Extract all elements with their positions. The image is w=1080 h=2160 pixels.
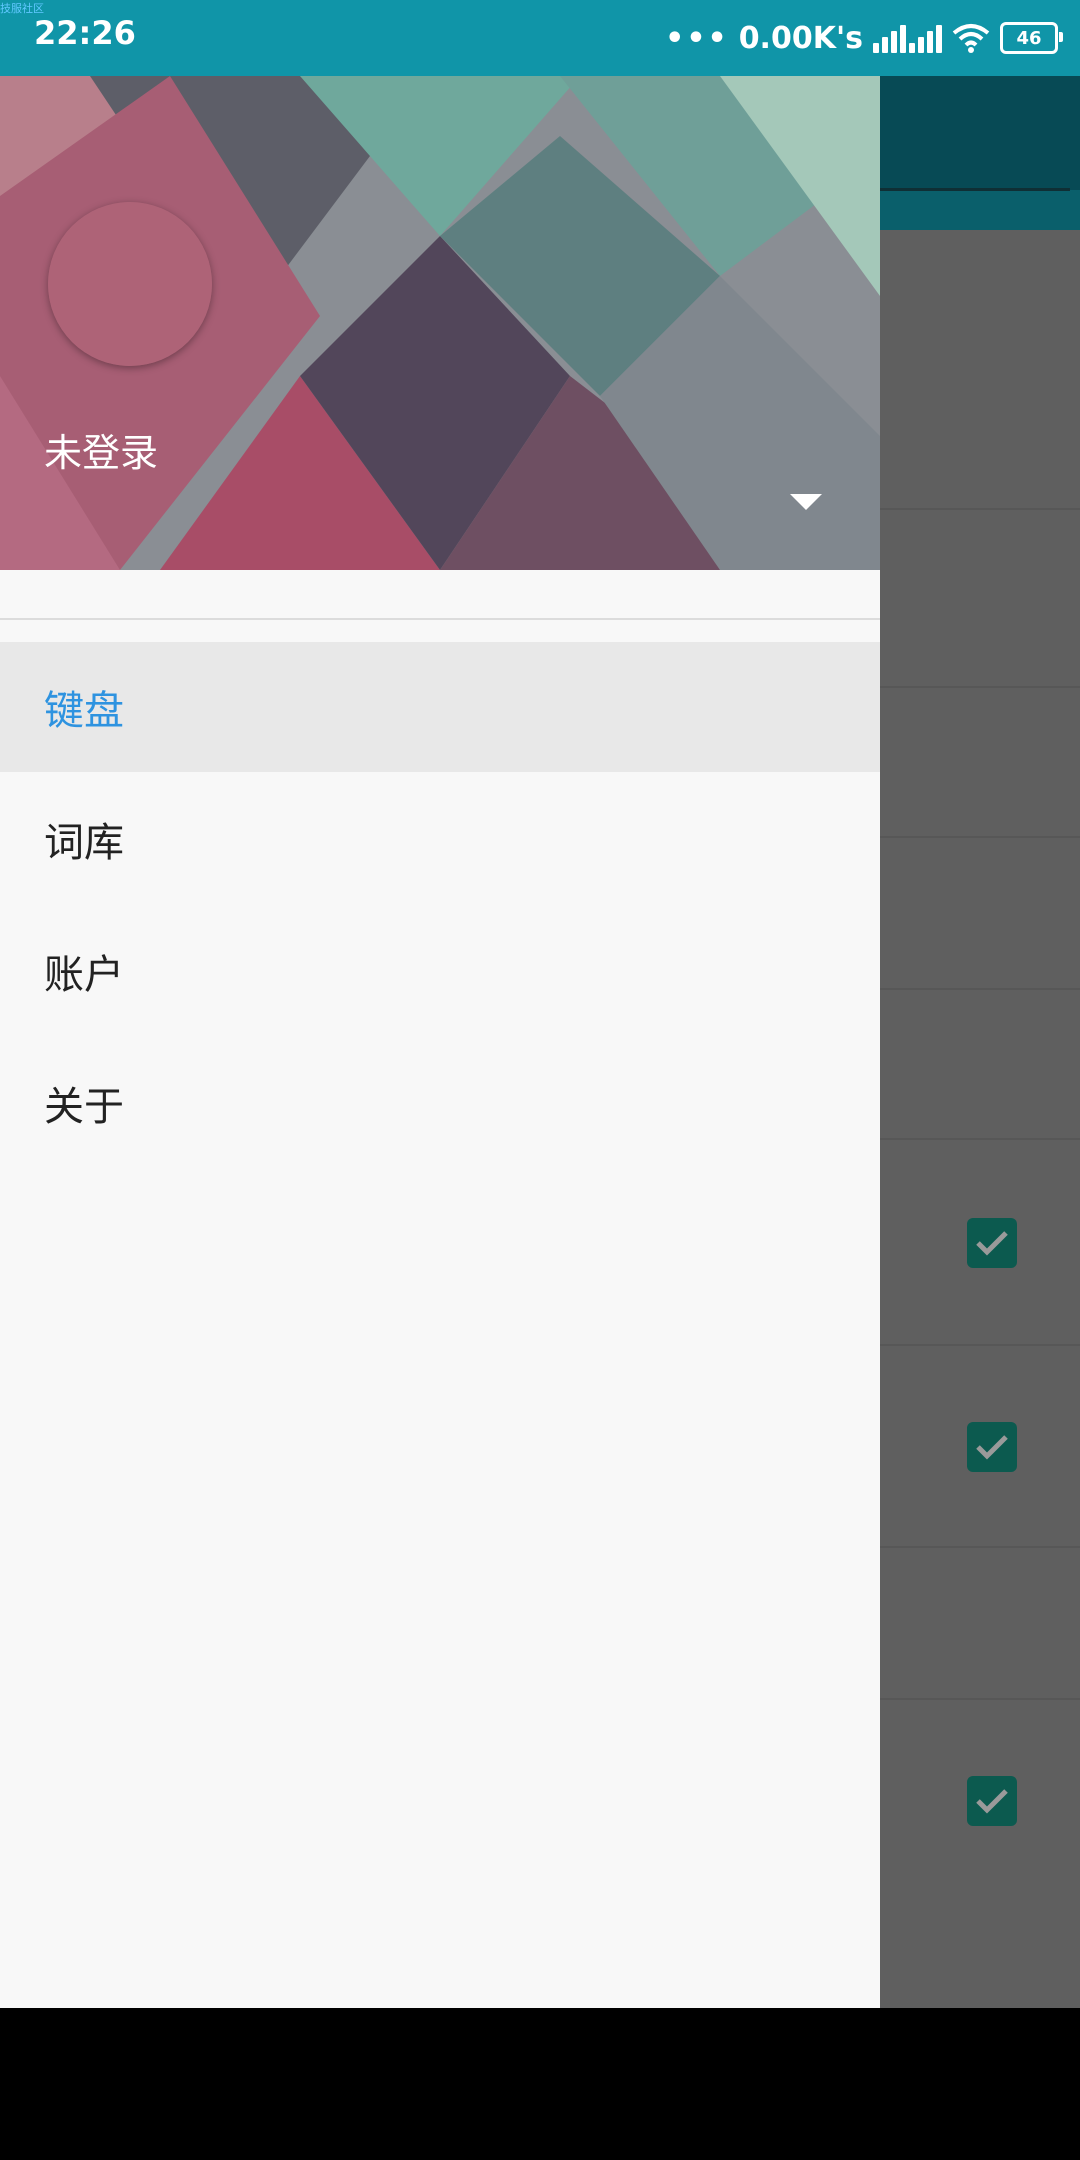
status-time: 22:26 (34, 14, 136, 52)
menu-item-dictionary[interactable]: 词库 (0, 774, 880, 904)
menu-item-label: 关于 (44, 1084, 124, 1130)
background-tab-indicator (880, 188, 1070, 191)
account-dropdown-button[interactable] (786, 488, 826, 516)
user-name[interactable]: 未登录 (44, 422, 158, 477)
signal-icon (873, 23, 942, 53)
background-divider (880, 1138, 1080, 1140)
more-dots-icon: ••• (665, 20, 729, 56)
check-icon (976, 1789, 1008, 1814)
menu-item-label: 账户 (44, 952, 124, 998)
check-icon (976, 1231, 1008, 1256)
drawer-divider (0, 618, 880, 620)
battery-icon: 46 (1000, 22, 1063, 54)
checkbox-checked[interactable] (967, 1422, 1017, 1472)
check-icon (976, 1435, 1008, 1460)
navigation-drawer: 未登录 键盘 词库 账户 关于 (0, 76, 880, 2008)
status-icons: ••• 0.00K's 46 (665, 14, 1063, 62)
menu-item-account[interactable]: 账户 (0, 906, 880, 1036)
menu-item-label: 键盘 (44, 688, 124, 734)
background-divider (880, 508, 1080, 510)
menu-item-about[interactable]: 关于 (0, 1038, 880, 1168)
background-divider (880, 988, 1080, 990)
background-divider (880, 1546, 1080, 1548)
drawer-header: 未登录 (0, 76, 880, 570)
battery-level: 46 (1016, 27, 1042, 49)
background-divider (880, 686, 1080, 688)
checkbox-checked[interactable] (967, 1776, 1017, 1826)
avatar[interactable] (48, 202, 212, 366)
system-navigation-bar (0, 2008, 1080, 2160)
network-speed: 0.00K's (738, 20, 863, 56)
status-bar: 技服社区 22:26 ••• 0.00K's 46 (0, 0, 1080, 76)
background-divider (880, 1344, 1080, 1346)
caret-down-icon (790, 494, 822, 510)
background-divider (880, 836, 1080, 838)
checkbox-checked[interactable] (967, 1218, 1017, 1268)
menu-item-keyboard[interactable]: 键盘 (0, 642, 880, 772)
menu-item-label: 词库 (44, 820, 124, 866)
background-divider (880, 1698, 1080, 1700)
wifi-icon (952, 24, 990, 53)
